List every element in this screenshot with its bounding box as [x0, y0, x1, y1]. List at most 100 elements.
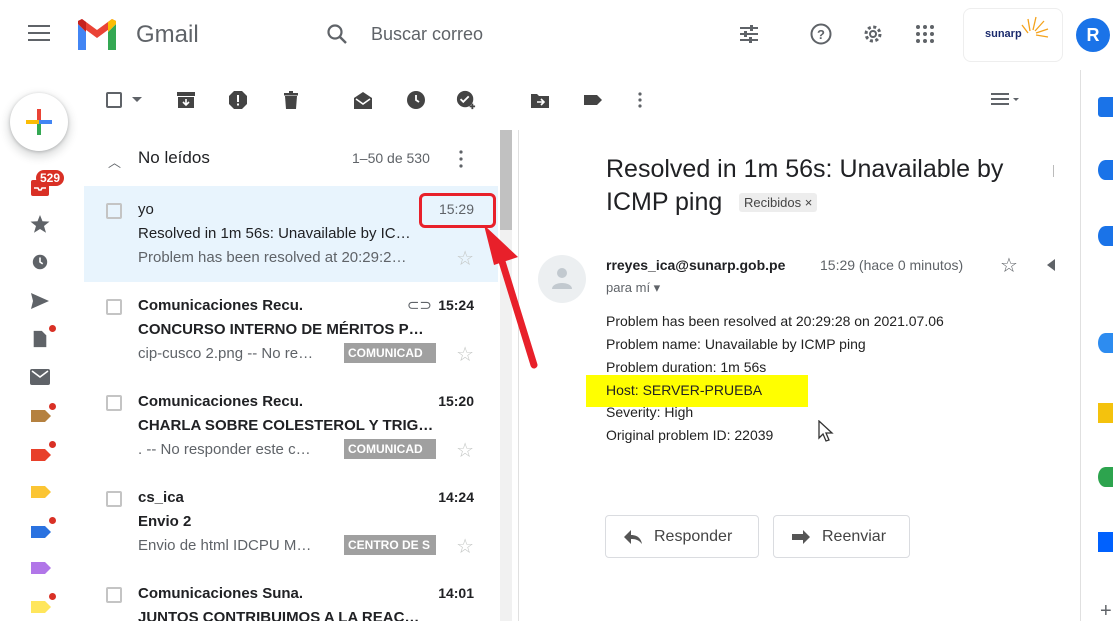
message-star-icon[interactable]: ☆ [1000, 253, 1018, 278]
person-icon [552, 268, 572, 289]
apps-grid-icon[interactable] [913, 22, 937, 46]
keep-icon[interactable] [1098, 160, 1113, 180]
row-checkbox[interactable] [106, 395, 122, 411]
drafts-icon[interactable] [30, 330, 50, 348]
mark-unread-icon[interactable] [353, 90, 373, 110]
starred-icon[interactable] [30, 215, 50, 233]
mouse-cursor-icon [818, 420, 834, 442]
recipient-line[interactable]: para mí ▾ [606, 280, 660, 296]
addon-evernote-icon[interactable] [1098, 467, 1113, 487]
row-checkbox[interactable] [106, 299, 122, 315]
message-subject: Resolved in 1m 56s: Unavailable by ICMP … [606, 155, 1004, 216]
row-snippet: Problem has been resolved at 20:29:2… [138, 249, 407, 266]
star-icon[interactable]: ☆ [456, 534, 474, 559]
top-header: Gmail Buscar correo ? sunarp R [0, 0, 1113, 70]
org-logo-text: sunarp [985, 28, 1022, 40]
right-rail-divider [1080, 70, 1081, 621]
reply-icon [624, 530, 642, 544]
forward-button[interactable]: Reenviar [773, 515, 910, 558]
label-red-icon[interactable] [31, 449, 51, 461]
search-options-icon[interactable] [737, 22, 761, 46]
inbox-label-chip[interactable]: Recibidos × [739, 193, 818, 212]
label-lightyellow-icon[interactable] [31, 601, 51, 613]
select-dropdown-icon[interactable] [132, 97, 142, 103]
sent-icon[interactable] [30, 292, 50, 310]
labels-icon[interactable] [583, 90, 603, 110]
reply-label: Responder [654, 528, 733, 545]
row-subject: CHARLA SOBRE COLESTEROL Y TRIG… [138, 417, 434, 434]
subject-separator [1053, 165, 1054, 177]
label-yellow-icon[interactable] [31, 486, 51, 498]
annotation-arrow [484, 225, 538, 369]
more-options-icon[interactable] [630, 90, 650, 110]
search-input[interactable]: Buscar correo [371, 24, 483, 45]
snooze-icon[interactable] [406, 90, 426, 110]
table-row[interactable]: Comunicaciones Recu. ⊂⊃ 15:24 CONCURSO I… [84, 282, 498, 378]
report-spam-icon[interactable] [228, 90, 248, 110]
reply-button[interactable]: Responder [605, 515, 759, 558]
row-sender: yo [138, 201, 154, 218]
tasks-icon[interactable] [1098, 226, 1113, 246]
label-dot [49, 593, 56, 600]
table-row[interactable]: Comunicaciones Suna. 14:01 JUNTOS CONTRI… [84, 570, 498, 621]
attachment-icon: ⊂⊃ [406, 297, 432, 314]
label-brown-icon[interactable] [31, 410, 51, 422]
label-dot [49, 325, 56, 332]
compose-button[interactable] [10, 93, 68, 151]
row-time: 15:20 [438, 393, 474, 409]
add-to-tasks-icon[interactable] [456, 90, 476, 110]
settings-gear-icon[interactable] [861, 22, 885, 46]
delete-icon[interactable] [281, 90, 301, 110]
row-sender: Comunicaciones Recu. [138, 393, 304, 410]
calendar-icon[interactable] [1098, 97, 1113, 117]
addon-dropbox-icon[interactable] [1098, 532, 1113, 552]
body-line: Problem has been resolved at 20:29:28 on… [606, 313, 944, 329]
search-icon[interactable] [325, 22, 349, 46]
row-sender: Comunicaciones Recu. [138, 297, 304, 314]
label-dot [49, 441, 56, 448]
label-blue-icon[interactable] [31, 526, 51, 538]
addon-download-icon[interactable] [1098, 403, 1113, 423]
move-to-icon[interactable] [530, 90, 550, 110]
row-subject: Resolved in 1m 56s: Unavailable by IC… [138, 225, 411, 242]
help-icon[interactable]: ? [809, 22, 833, 46]
row-checkbox[interactable] [106, 491, 122, 507]
label-purple-icon[interactable] [31, 562, 51, 574]
org-logo-rays-icon [1021, 16, 1049, 38]
row-label-chip[interactable]: COMUNICAD [344, 439, 436, 459]
row-label-chip[interactable]: COMUNICAD [344, 343, 436, 363]
add-addon-icon[interactable]: + [1100, 600, 1112, 623]
app-name: Gmail [136, 21, 199, 48]
main-menu-icon[interactable] [28, 25, 50, 43]
density-toggle-icon[interactable] [990, 90, 1020, 110]
row-snippet: . -- No responder este c… [138, 441, 311, 458]
sender-email[interactable]: rreyes_ica@sunarp.gob.pe [606, 257, 785, 273]
table-row[interactable]: Comunicaciones Recu. 15:20 CHARLA SOBRE … [84, 378, 498, 474]
label-dot [49, 517, 56, 524]
section-more-icon[interactable] [454, 149, 468, 169]
row-snippet: cip-cusco 2.png -- No re… [138, 345, 314, 362]
message-time: 15:29 (hace 0 minutos) [820, 257, 964, 273]
row-time: 14:01 [438, 585, 474, 601]
select-all-checkbox[interactable] [106, 92, 122, 108]
collapse-section-icon[interactable]: ︿ [108, 152, 121, 171]
row-checkbox[interactable] [106, 587, 122, 603]
section-title: No leídos [138, 148, 210, 167]
svg-text:?: ? [817, 27, 825, 42]
body-line: Original problem ID: 22039 [606, 427, 774, 443]
addon-check-icon[interactable] [1098, 333, 1113, 353]
snoozed-clock-icon[interactable] [30, 253, 50, 271]
label-dot [49, 403, 56, 410]
row-checkbox[interactable] [106, 203, 122, 219]
archive-icon[interactable] [176, 90, 196, 110]
row-subject: CONCURSO INTERNO DE MÉRITOS P… [138, 321, 424, 338]
reply-arrow-icon[interactable] [1047, 259, 1055, 271]
account-avatar[interactable]: R [1076, 18, 1110, 52]
forward-label: Reenviar [822, 528, 887, 545]
star-icon[interactable]: ☆ [456, 438, 474, 463]
row-subject: JUNTOS CONTRIBUIMOS A LA REAC… [138, 609, 420, 621]
row-label-chip[interactable]: CENTRO DE S [344, 535, 436, 555]
all-mail-icon[interactable] [30, 368, 50, 386]
table-row[interactable]: cs_ica 14:24 Envio 2 Envio de html IDCPU… [84, 474, 498, 570]
gmail-logo-icon[interactable] [75, 18, 119, 52]
